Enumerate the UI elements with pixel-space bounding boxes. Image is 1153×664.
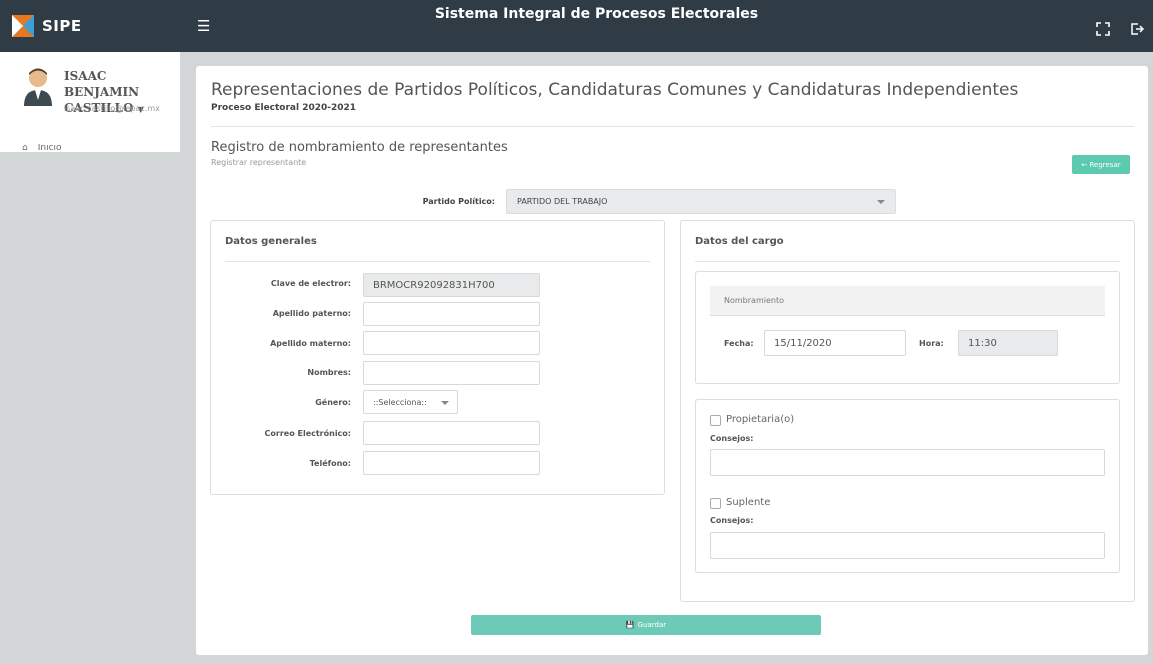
party-select-value: PARTIDO DEL TRABAJO bbox=[517, 197, 608, 206]
paterno-input[interactable] bbox=[363, 302, 540, 326]
top-navbar: SIPE ☰ Sistema Integral de Procesos Elec… bbox=[0, 0, 1153, 52]
propietario-consejos-label: Consejos: bbox=[710, 434, 754, 443]
genero-select-value: ::Selecciona:: bbox=[373, 397, 427, 407]
clave-input[interactable]: BRMOCR92092831H700 bbox=[363, 273, 540, 297]
suplente-consejos-label: Consejos: bbox=[710, 516, 754, 525]
save-button-label: Guardar bbox=[637, 621, 667, 629]
hora-input[interactable]: 11:30 bbox=[958, 330, 1058, 356]
position-data-box: Datos del cargo Nombramiento Fecha: 15/1… bbox=[680, 220, 1135, 602]
materno-input[interactable] bbox=[363, 331, 540, 355]
propietario-checkbox[interactable] bbox=[710, 415, 721, 426]
page-subtitle: Proceso Electoral 2020-2021 bbox=[211, 103, 357, 113]
sidebar: ISAAC BENJAMIN CASTILLO ▼ isaac.castillo… bbox=[0, 52, 180, 152]
propietario-consejos-input[interactable] bbox=[710, 449, 1105, 476]
clave-label: Clave de electror: bbox=[270, 279, 351, 288]
nombres-label: Nombres: bbox=[307, 368, 351, 377]
sidebar-item-inicio[interactable]: ⌂ Inicio bbox=[22, 144, 62, 152]
propietario-label: Propietaria(o) bbox=[726, 414, 795, 425]
section-title: Registro de nombramiento de representant… bbox=[211, 140, 508, 155]
party-select[interactable]: PARTIDO DEL TRABAJO bbox=[506, 189, 896, 214]
chevron-down-icon bbox=[877, 200, 885, 204]
telefono-input[interactable] bbox=[363, 451, 540, 475]
paterno-label: Apellido paterno: bbox=[272, 309, 351, 318]
avatar bbox=[24, 68, 52, 106]
nombres-input[interactable] bbox=[363, 361, 540, 385]
sidebar-item-label: Inicio bbox=[37, 144, 62, 152]
correo-label: Correo Electrónico: bbox=[264, 429, 351, 438]
fecha-label: Fecha: bbox=[724, 339, 754, 348]
divider bbox=[211, 126, 1134, 127]
chevron-down-icon bbox=[441, 401, 449, 405]
telefono-label: Teléfono: bbox=[309, 459, 351, 468]
floppy-disk-icon: 💾 bbox=[625, 621, 635, 629]
general-data-box: Datos generales Clave de electror: BRMOC… bbox=[210, 220, 665, 495]
back-button[interactable]: ← Regresar bbox=[1072, 155, 1130, 174]
page-title: Representaciones de Partidos Políticos, … bbox=[211, 80, 1019, 100]
position-data-title: Datos del cargo bbox=[695, 236, 784, 247]
correo-input[interactable] bbox=[363, 421, 540, 445]
back-button-label: Regresar bbox=[1089, 160, 1121, 169]
main-panel: Representaciones de Partidos Políticos, … bbox=[196, 66, 1148, 655]
divider bbox=[695, 261, 1120, 262]
appointment-header: Nombramiento bbox=[710, 286, 1105, 316]
fecha-input[interactable]: 15/11/2020 bbox=[764, 330, 906, 356]
user-first-name: ISAAC BENJAMIN bbox=[64, 69, 140, 99]
divider bbox=[225, 261, 650, 262]
suplente-checkbox[interactable] bbox=[710, 498, 721, 509]
appointment-box: Nombramiento Fecha: 15/11/2020 Hora: 11:… bbox=[695, 271, 1120, 384]
section-subtitle: Registrar representante bbox=[211, 158, 307, 167]
hora-label: Hora: bbox=[919, 339, 944, 348]
party-label: Partido Político: bbox=[422, 197, 495, 206]
role-box: Propietaria(o) Consejos: Suplente Consej… bbox=[695, 399, 1120, 573]
logout-icon[interactable] bbox=[1130, 22, 1145, 40]
arrow-left-icon: ← bbox=[1081, 160, 1090, 169]
genero-label: Género: bbox=[315, 398, 351, 407]
genero-select[interactable]: ::Selecciona:: bbox=[363, 390, 458, 414]
fullscreen-icon[interactable] bbox=[1096, 22, 1110, 40]
user-email: isaac.castillo@iepac.mx bbox=[64, 104, 160, 113]
suplente-consejos-input[interactable] bbox=[710, 532, 1105, 559]
home-icon: ⌂ bbox=[22, 144, 28, 152]
materno-label: Apellido materno: bbox=[270, 339, 351, 348]
save-button[interactable]: 💾 Guardar bbox=[471, 615, 821, 635]
suplente-label: Suplente bbox=[726, 497, 771, 508]
app-title: Sistema Integral de Procesos Electorales bbox=[434, 6, 759, 22]
general-data-title: Datos generales bbox=[225, 236, 317, 247]
